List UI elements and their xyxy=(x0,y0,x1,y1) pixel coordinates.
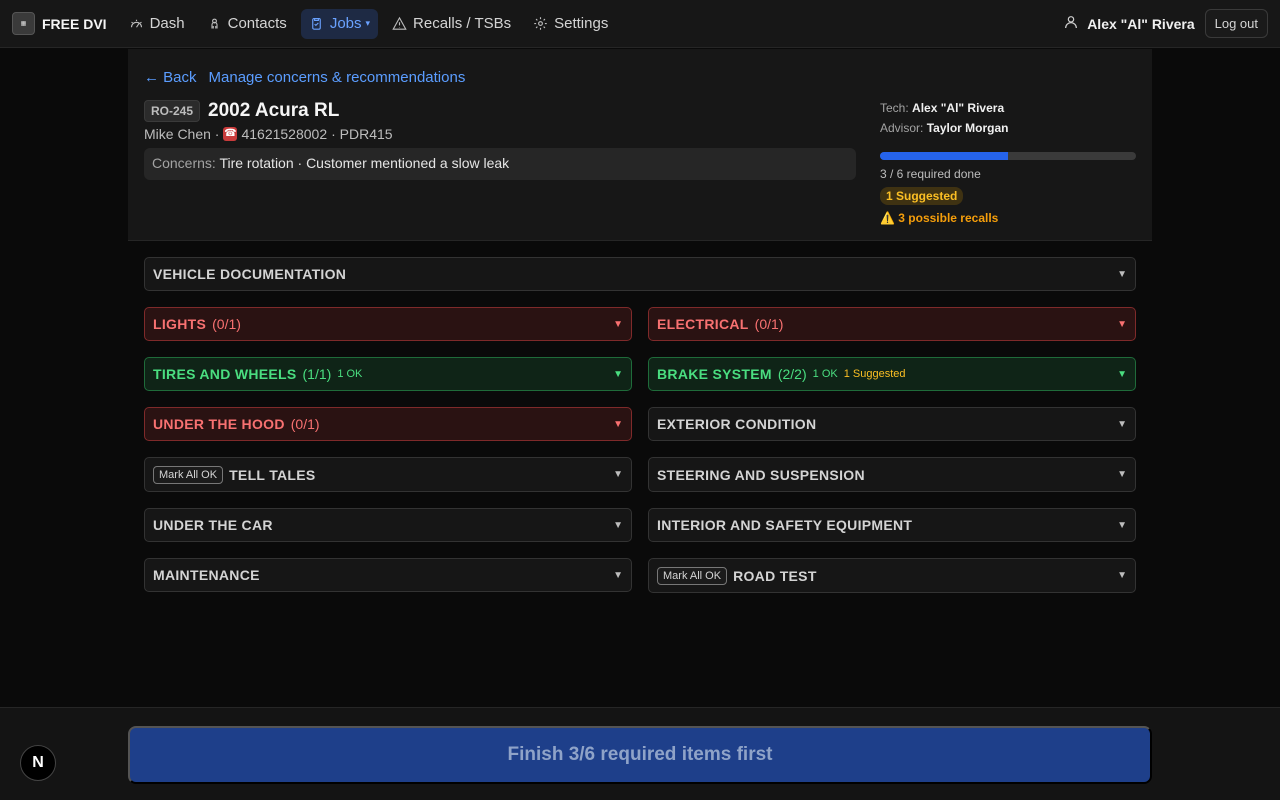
chevron-down-icon: ▾ xyxy=(365,18,371,28)
nav-jobs[interactable]: Jobs ▾ xyxy=(300,8,379,39)
category-count: (1/1) xyxy=(302,366,332,382)
ro-badge: RO-245 xyxy=(144,100,201,122)
chevron-down-icon: ▼ xyxy=(1117,368,1127,380)
category-name: EXTERIOR CONDITION xyxy=(657,416,817,432)
category-count: (2/2) xyxy=(777,366,807,382)
user-name: Alex "Al" Rivera xyxy=(1087,15,1195,32)
category-name: INTERIOR AND SAFETY EQUIPMENT xyxy=(657,517,913,533)
clipboard-icon xyxy=(312,17,321,30)
finish-button[interactable]: Finish 3/6 required items first xyxy=(128,726,1152,784)
logout-button[interactable]: Log out xyxy=(1204,9,1268,38)
category-brake-system[interactable]: BRAKE SYSTEM (2/2) 1 OK 1 Suggested ▼ xyxy=(648,357,1136,391)
chevron-down-icon: ▼ xyxy=(1117,418,1127,430)
category-road-test[interactable]: Mark All OK ROAD TEST ▼ xyxy=(648,558,1136,593)
category-name: ELECTRICAL xyxy=(657,316,749,332)
recalls-warning[interactable]: ⚠️ 3 possible recalls xyxy=(880,211,1136,225)
category-tires-and-wheels[interactable]: TIRES AND WHEELS (1/1) 1 OK ▼ xyxy=(144,357,632,391)
user-area: Alex "Al" Rivera Log out xyxy=(1063,9,1268,38)
chevron-down-icon: ▼ xyxy=(613,368,623,380)
chevron-down-icon: ▼ xyxy=(1117,469,1127,480)
chevron-down-icon: ▼ xyxy=(1117,519,1127,531)
nav-dash-label: Dash xyxy=(149,15,185,32)
nav-contacts[interactable]: Contacts xyxy=(199,9,295,39)
manage-concerns-link[interactable]: Manage concerns & recommendations xyxy=(209,69,466,86)
chevron-down-icon: ▼ xyxy=(1117,318,1127,330)
warning-icon xyxy=(392,16,407,30)
phone-icon: ☎ xyxy=(223,127,238,141)
job-status: Tech: Alex "Al" Rivera Advisor: Taylor M… xyxy=(880,101,1136,225)
concerns-text: Tire rotation · Customer mentioned a slo… xyxy=(219,155,510,171)
nav-jobs-label: Jobs xyxy=(329,15,362,32)
vehicle-title: 2002 Acura RL xyxy=(208,100,340,121)
chevron-down-icon: ▼ xyxy=(613,318,623,330)
nav-recalls[interactable]: Recalls / TSBs xyxy=(384,9,519,39)
category-under-the-hood[interactable]: UNDER THE HOOD (0/1) ▼ xyxy=(144,407,632,441)
category-tell-tales[interactable]: Mark All OK TELL TALES ▼ xyxy=(144,457,632,492)
contacts-icon xyxy=(211,18,218,29)
chevron-down-icon: ▼ xyxy=(1117,268,1127,280)
required-done: 3 / 6 required done xyxy=(880,167,981,181)
chevron-down-icon: ▼ xyxy=(613,569,623,581)
category-electrical[interactable]: ELECTRICAL (0/1) ▼ xyxy=(648,307,1136,341)
nav-settings[interactable]: Settings xyxy=(525,9,616,39)
category-name: BRAKE SYSTEM xyxy=(657,366,772,382)
nav-recalls-label: Recalls / TSBs xyxy=(413,15,512,32)
category-vehicle-documentation[interactable]: VEHICLE DOCUMENTATION ▼ xyxy=(144,257,1136,291)
category-name: TIRES AND WHEELS xyxy=(153,366,297,382)
category-interior-and-safety[interactable]: INTERIOR AND SAFETY EQUIPMENT ▼ xyxy=(648,508,1136,542)
category-name: STEERING AND SUSPENSION xyxy=(657,466,865,483)
mark-all-ok-button[interactable]: Mark All OK xyxy=(153,465,224,484)
customer-phone[interactable]: 41621528002 xyxy=(241,126,327,142)
suggested-tag: 1 Suggested xyxy=(843,368,906,380)
category-steering-and-suspension[interactable]: STEERING AND SUSPENSION ▼ xyxy=(648,457,1136,492)
gear-icon xyxy=(534,17,547,30)
category-count: (0/1) xyxy=(212,316,241,332)
brand[interactable]: ▦ FREE DVI xyxy=(12,12,107,35)
category-count: (0/1) xyxy=(290,416,320,432)
nav-dash[interactable]: Dash xyxy=(121,9,193,39)
logo-icon: ▦ xyxy=(12,12,35,35)
category-under-the-car[interactable]: UNDER THE CAR ▼ xyxy=(144,508,632,542)
chevron-down-icon: ▼ xyxy=(613,519,623,531)
brand-name: FREE DVI xyxy=(42,15,107,32)
category-name: MAINTENANCE xyxy=(153,567,260,583)
advisor-label: Advisor: xyxy=(880,121,924,135)
vehicle-plate: · PDR415 xyxy=(331,126,393,142)
footer-bar: N Finish 3/6 required items first xyxy=(0,707,1280,800)
category-name: TELL TALES xyxy=(229,466,316,483)
chevron-down-icon: ▼ xyxy=(1117,570,1127,581)
progress-fill xyxy=(880,152,1008,160)
job-header: ← Back Manage concerns & recommendations… xyxy=(128,49,1152,241)
tech-label: Tech: xyxy=(880,101,909,115)
concerns-label: Concerns: xyxy=(152,155,216,171)
category-count: (0/1) xyxy=(754,316,784,332)
chevron-down-icon: ▼ xyxy=(613,469,623,480)
chevron-down-icon: ▼ xyxy=(613,418,623,430)
back-link[interactable]: ← Back xyxy=(144,69,197,86)
category-lights[interactable]: LIGHTS (0/1) ▼ xyxy=(144,307,632,341)
category-name: ROAD TEST xyxy=(733,567,817,584)
nav-contacts-label: Contacts xyxy=(227,15,287,32)
category-name: UNDER THE HOOD xyxy=(153,416,285,432)
category-name: VEHICLE DOCUMENTATION xyxy=(153,266,347,282)
progress-bar xyxy=(880,152,1136,160)
advisor-name: Taylor Morgan xyxy=(926,121,1009,135)
customer-name: Mike Chen · xyxy=(144,126,220,142)
top-nav: ▦ FREE DVI Dash Contacts Jobs ▾ Recalls … xyxy=(0,0,1280,48)
nav-settings-label: Settings xyxy=(554,15,609,32)
customer-info: Mike Chen · ☎ 41621528002 · PDR415 xyxy=(144,126,393,142)
mark-all-ok-button[interactable]: Mark All OK xyxy=(657,566,728,585)
ok-tag: 1 OK xyxy=(812,368,838,380)
category-maintenance[interactable]: MAINTENANCE ▼ xyxy=(144,558,632,592)
next-logo-icon[interactable]: N xyxy=(20,745,56,781)
ok-tag: 1 OK xyxy=(337,368,363,380)
category-exterior-condition[interactable]: EXTERIOR CONDITION ▼ xyxy=(648,407,1136,441)
suggested-badge: 1 Suggested xyxy=(880,187,964,205)
category-name: UNDER THE CAR xyxy=(153,517,273,533)
tech-name: Alex "Al" Rivera xyxy=(912,101,1005,115)
category-name: LIGHTS xyxy=(153,316,207,332)
concerns-box: Concerns: Tire rotation · Customer menti… xyxy=(144,148,856,180)
user-icon xyxy=(1063,14,1079,33)
gauge-icon xyxy=(130,19,142,28)
